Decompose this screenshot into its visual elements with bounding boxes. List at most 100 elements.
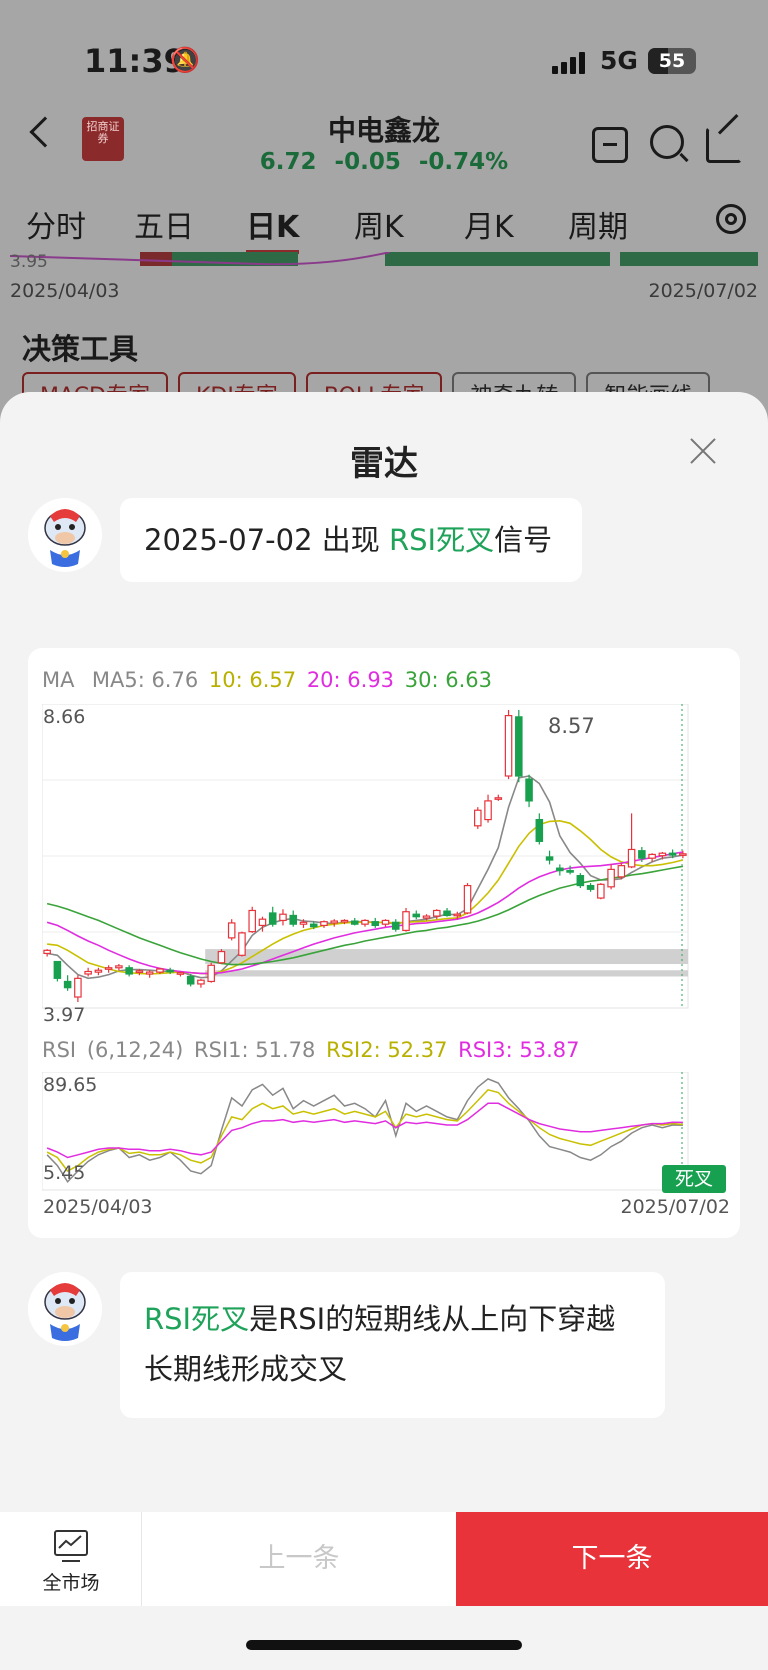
signal-highlight: RSI死叉 — [388, 523, 495, 557]
candle-body — [484, 800, 492, 821]
rsi1-line — [46, 1078, 683, 1184]
battery-icon: 55 — [648, 48, 696, 74]
candle-body — [299, 921, 308, 925]
candle-body — [186, 975, 195, 985]
candle-body — [84, 970, 92, 975]
sheet-title: 雷达 — [350, 444, 418, 484]
tab-period[interactable]: 周期 — [568, 202, 628, 246]
candle-body — [638, 850, 646, 859]
gear-icon[interactable] — [716, 204, 746, 234]
candle-body — [63, 980, 72, 989]
candle-body — [443, 910, 451, 917]
price-high-label: 8.66 — [43, 706, 86, 728]
candle-body — [402, 911, 410, 932]
candle-body — [268, 912, 277, 925]
candle-body — [648, 853, 656, 859]
candle-body — [412, 913, 421, 918]
candle-body — [43, 949, 51, 955]
share-icon[interactable] — [706, 127, 742, 163]
market-chart-icon — [54, 1530, 88, 1562]
background-app: 11:39 🔕 5G 55 招商证券 中电鑫龙 6.72 -0.05 -0.74… — [0, 0, 768, 420]
candle-body — [309, 923, 318, 928]
peak-label: 8.57 — [548, 714, 595, 738]
candle-body — [494, 797, 503, 800]
candle-body — [545, 856, 554, 861]
candle-body — [197, 979, 205, 985]
all-market-button[interactable]: 全市场 — [0, 1512, 142, 1606]
ma30-legend: 30: 6.63 — [404, 668, 492, 692]
candle-body — [668, 852, 677, 856]
rsi-legend: RSI (6,12,24) RSI1: 51.78 RSI2: 52.37 RS… — [42, 1038, 580, 1062]
mascot-avatar — [28, 1272, 102, 1346]
candle-body — [176, 972, 185, 975]
rsi-high-label: 89.65 — [43, 1074, 98, 1096]
candle-body — [576, 875, 585, 887]
candle-body — [330, 920, 339, 924]
tab-monthly-k[interactable]: 月K — [464, 202, 514, 246]
rsi-low-label: 5.45 — [43, 1162, 86, 1184]
cell-signal-icon — [552, 52, 585, 74]
network-type: 5G — [600, 46, 638, 75]
signal-message: 2025-07-02 出现 RSI死叉信号 — [120, 498, 582, 582]
candle-body — [207, 964, 215, 983]
candle-body — [381, 919, 390, 925]
tab-intraday[interactable]: 分时 — [26, 202, 86, 246]
candle-body — [53, 960, 62, 979]
explanation-message: RSI死叉是RSI的短期线从上向下穿越长期线形成交叉 — [120, 1272, 665, 1418]
rsi1-legend: RSI1: 51.78 — [194, 1038, 316, 1062]
stock-price: 6.72 — [259, 149, 317, 175]
all-market-label: 全市场 — [42, 1572, 100, 1594]
ma5-line — [46, 775, 684, 980]
radar-sheet: 雷达 2025-07-02 出现 RSI死叉信号 MA MA5: 6.76 10… — [0, 392, 768, 1670]
candle-body — [258, 918, 267, 927]
candle-body — [125, 967, 133, 975]
stock-change: -0.05 — [334, 149, 401, 175]
candle-body — [463, 884, 472, 914]
ma20-legend: 20: 6.93 — [306, 668, 395, 692]
tab-daily-k[interactable]: 日K — [246, 202, 300, 254]
rsi2-legend: RSI2: 52.37 — [326, 1038, 448, 1062]
price-chart — [42, 704, 689, 1009]
candle-body — [658, 852, 667, 857]
support-band — [205, 970, 688, 977]
candle-body — [115, 965, 123, 969]
period-tabs: 分时 五日 日K 周K 月K 周期 — [0, 200, 768, 254]
background-chart-strip — [10, 252, 758, 266]
candle-body — [289, 914, 298, 925]
candle-body — [361, 919, 369, 925]
candle-body — [556, 867, 564, 872]
candle-body — [135, 970, 144, 973]
candle-body — [432, 909, 441, 917]
chart-card: MA MA5: 6.76 10: 6.57 20: 6.93 30: 6.63 … — [28, 648, 740, 1238]
tab-five-day[interactable]: 五日 — [134, 202, 194, 246]
mascot-avatar — [28, 498, 102, 572]
chart-start-date: 2025/04/03 — [43, 1196, 153, 1218]
home-indicator — [246, 1640, 522, 1650]
candle-body — [145, 971, 154, 975]
candle-body — [597, 883, 605, 899]
price-low-label: 3.97 — [43, 1004, 86, 1026]
next-button[interactable]: 下一条 — [456, 1512, 768, 1606]
candle-body — [474, 809, 482, 827]
candle-body — [607, 868, 615, 888]
remove-watchlist-icon[interactable] — [592, 127, 628, 163]
close-icon[interactable] — [688, 436, 718, 466]
candle-body — [320, 921, 328, 927]
candle-body — [515, 716, 523, 777]
candle-body — [238, 932, 246, 956]
candle-body — [525, 778, 533, 802]
candle-body — [504, 715, 513, 777]
candle-body — [217, 950, 226, 964]
candle-body — [679, 853, 687, 856]
stock-header: 招商证券 中电鑫龙 6.72 -0.05 -0.74% — [0, 105, 768, 185]
previous-button[interactable]: 上一条 — [142, 1512, 456, 1606]
search-icon[interactable] — [650, 125, 684, 159]
tab-weekly-k[interactable]: 周K — [354, 202, 404, 246]
background-start-date: 2025/04/03 — [10, 280, 120, 302]
candle-body — [453, 913, 462, 917]
background-low-label: 3.95 — [10, 252, 48, 272]
candle-body — [104, 967, 113, 970]
candle-body — [422, 915, 431, 919]
background-end-date: 2025/07/02 — [648, 280, 758, 302]
candle-body — [391, 921, 400, 930]
